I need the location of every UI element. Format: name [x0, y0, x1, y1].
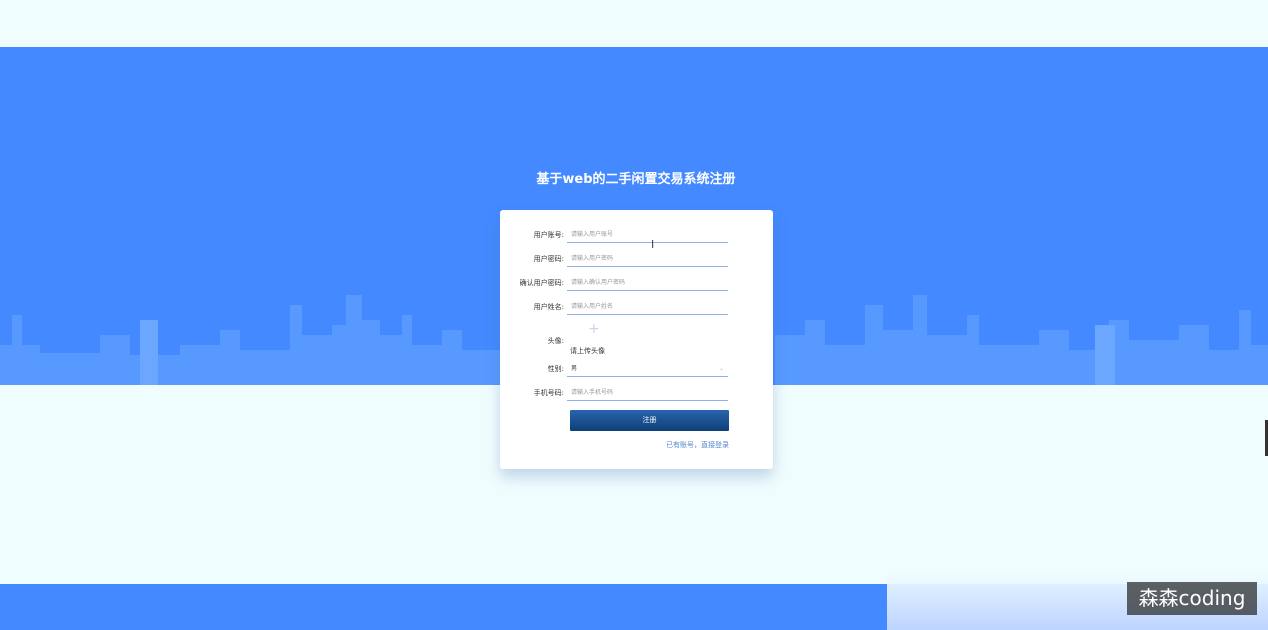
label-gender: 性别:	[547, 365, 564, 373]
row-gender: 性别: 男 ⌄	[500, 360, 773, 378]
label-confirm-password: 确认用户密码:	[519, 279, 564, 287]
row-password: 用户密码: 请输入用户密码	[500, 250, 773, 268]
login-link[interactable]: 已有账号，直接登录	[666, 440, 729, 450]
text-cursor-icon: I	[651, 238, 655, 251]
row-confirm-password: 确认用户密码: 请输入确认用户密码	[500, 274, 773, 292]
account-input[interactable]: 请输入用户账号	[567, 226, 728, 243]
register-form-card: 用户账号: 请输入用户账号 用户密码: 请输入用户密码 确认用户密码: 请输入确…	[500, 210, 773, 469]
label-phone: 手机号码:	[533, 389, 564, 397]
label-password: 用户密码:	[533, 255, 564, 263]
row-name: 用户姓名: 请输入用户姓名	[500, 298, 773, 316]
gender-value: 男	[571, 365, 578, 372]
chevron-down-icon: ⌄	[718, 365, 724, 372]
phone-input[interactable]: 请输入手机号码	[567, 384, 728, 401]
watermark: 森森coding	[1127, 582, 1257, 615]
row-avatar: 头像:	[500, 332, 773, 350]
label-account: 用户账号:	[533, 231, 564, 239]
label-name: 用户姓名:	[533, 303, 564, 311]
register-button[interactable]: 注册	[570, 410, 729, 431]
label-avatar: 头像:	[547, 337, 564, 345]
password-input[interactable]: 请输入用户密码	[567, 250, 728, 267]
row-phone: 手机号码: 请输入手机号码	[500, 384, 773, 402]
confirm-password-input[interactable]: 请输入确认用户密码	[567, 274, 728, 291]
avatar-upload-hint: 请上传头像	[570, 347, 605, 355]
name-input[interactable]: 请输入用户姓名	[567, 298, 728, 315]
row-account: 用户账号: 请输入用户账号	[500, 226, 773, 244]
page-title: 基于web的二手闲置交易系统注册	[536, 172, 736, 187]
plus-icon[interactable]: +	[588, 322, 600, 336]
gender-select[interactable]: 男 ⌄	[567, 360, 728, 377]
